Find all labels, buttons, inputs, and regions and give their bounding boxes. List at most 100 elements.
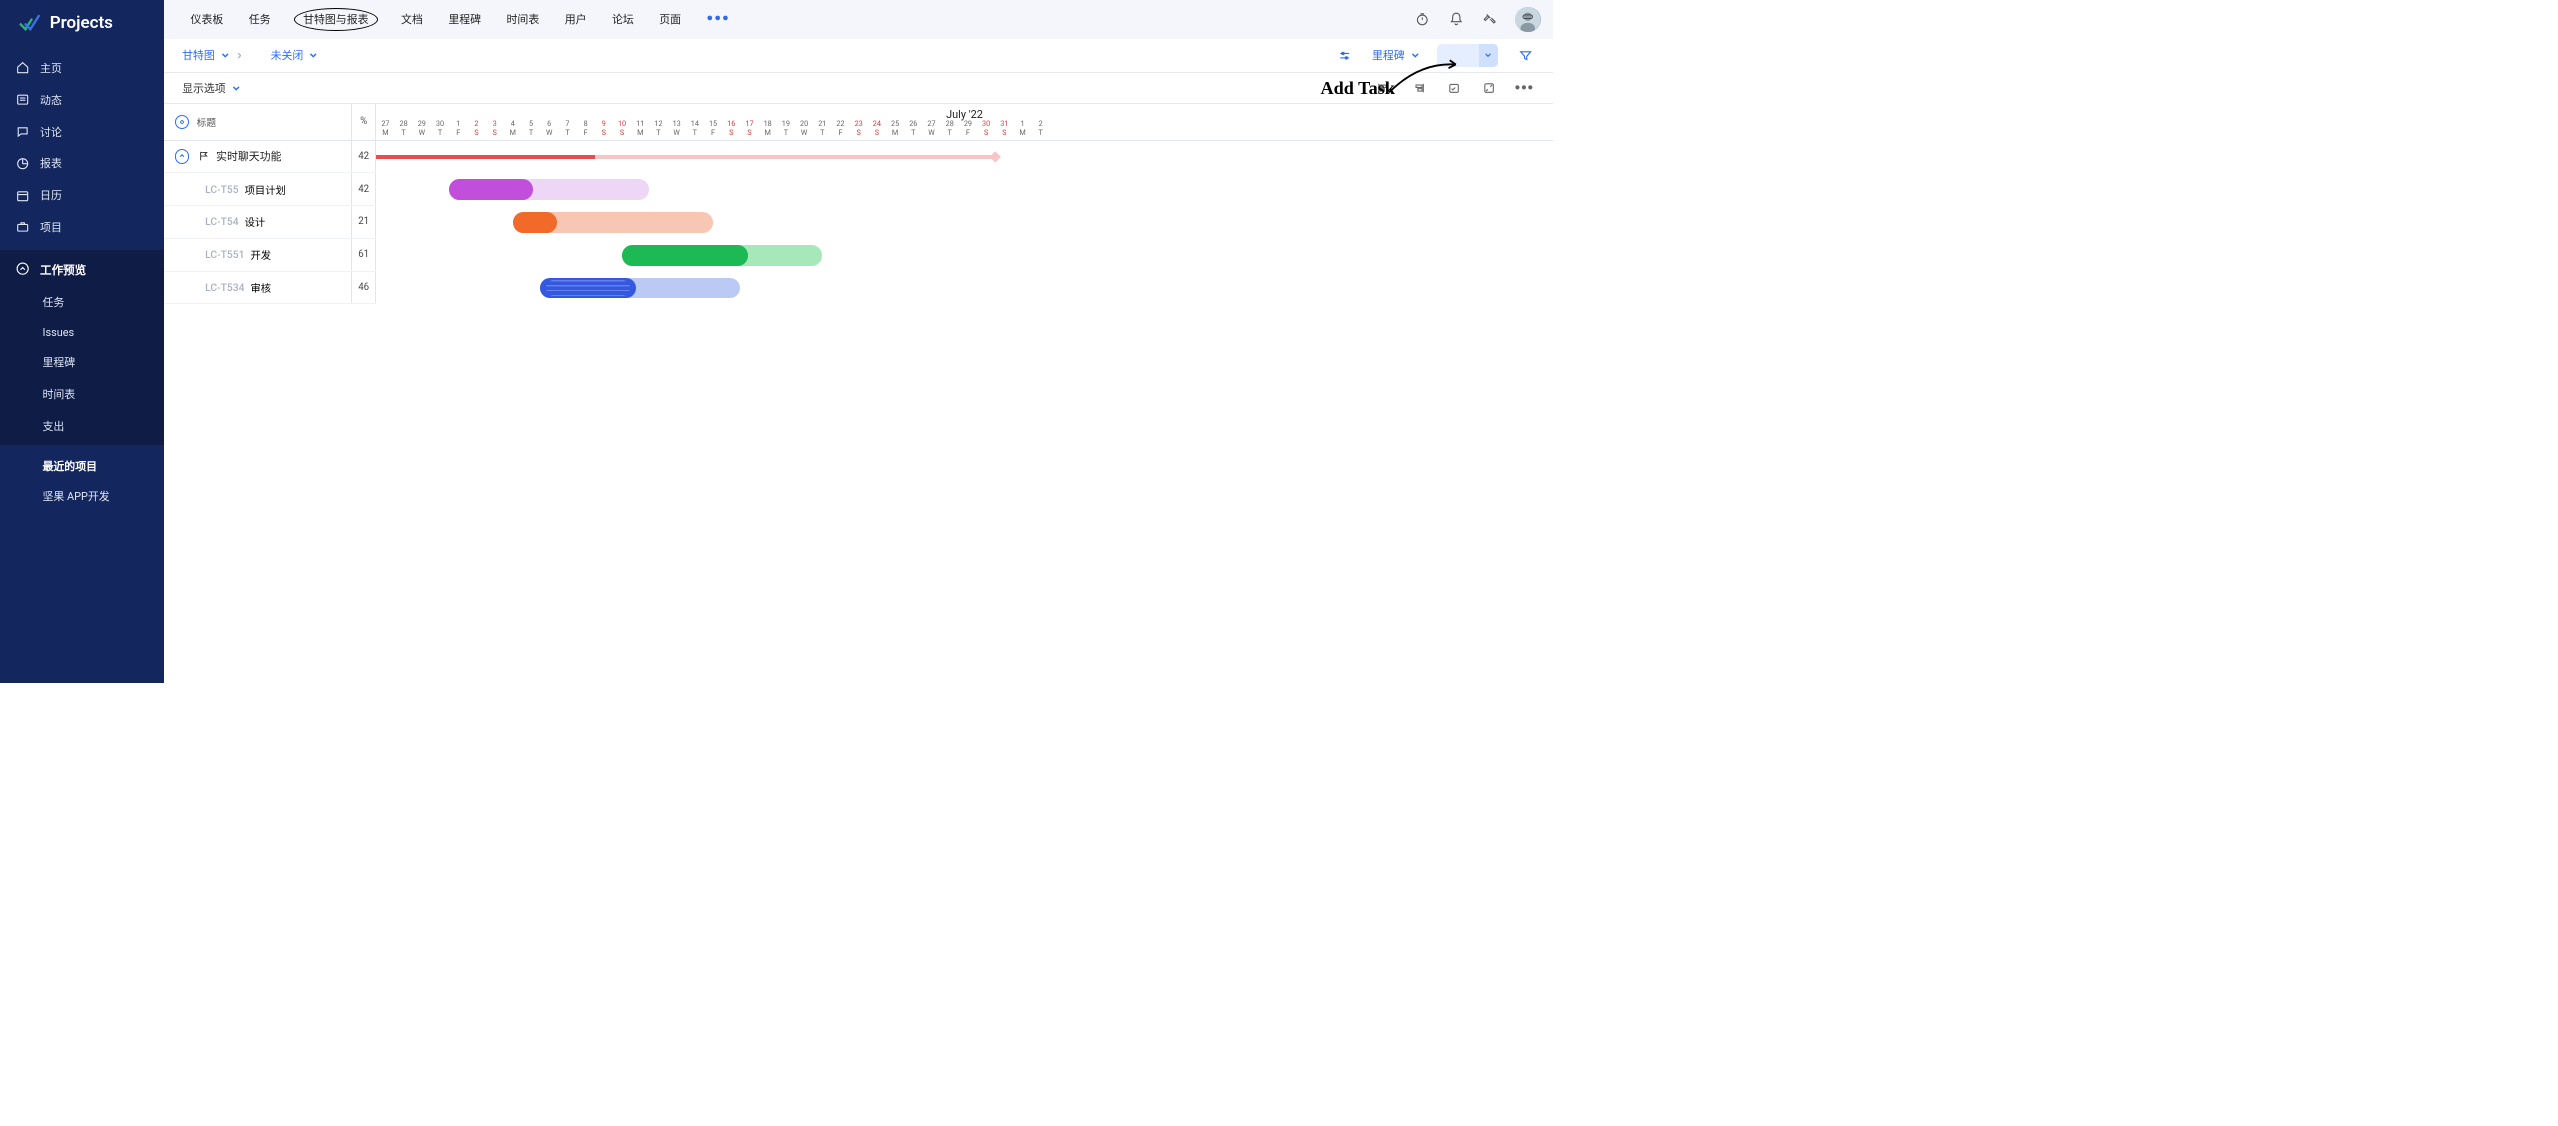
sidebar-overview-section: 工作预览 任务 Issues 里程碑 时间表 支出 bbox=[0, 250, 164, 445]
tab-forums[interactable]: 论坛 bbox=[610, 8, 637, 31]
day-cell: 27M bbox=[376, 120, 394, 137]
day-cell: 29F bbox=[959, 120, 977, 137]
day-cell: 2T bbox=[1032, 120, 1050, 137]
gantt-task-bar[interactable] bbox=[513, 212, 713, 233]
day-cell: 4M bbox=[504, 120, 522, 137]
gantt-task-bar[interactable] bbox=[540, 278, 740, 299]
task-pct: 42 bbox=[352, 141, 376, 173]
task-code: LC-T551 bbox=[175, 248, 245, 261]
gantt-bars-area bbox=[376, 141, 1552, 684]
day-cell: 28T bbox=[941, 120, 959, 137]
recent-project-item[interactable]: 坚果 APP开发 bbox=[0, 480, 164, 512]
day-cell: 12T bbox=[649, 120, 667, 137]
tab-dashboard[interactable]: 仪表板 bbox=[188, 8, 226, 31]
tab-users[interactable]: 用户 bbox=[562, 8, 589, 31]
topbar: 仪表板 任务 甘特图与报表 文档 里程碑 时间表 用户 论坛 页面 ●●● bbox=[164, 0, 1553, 39]
task-name: 开发 bbox=[251, 247, 272, 262]
gantt-task-row[interactable]: LC-T55项目计划42 bbox=[164, 173, 376, 206]
day-cell: 22F bbox=[831, 120, 849, 137]
day-cell: 9S bbox=[595, 120, 613, 137]
display-options-dropdown[interactable]: 显示选项 bbox=[164, 73, 259, 103]
gantt-parent-bar[interactable] bbox=[376, 155, 995, 159]
settings-sliders-icon[interactable] bbox=[1336, 46, 1354, 64]
gantt-task-row[interactable]: LC-T54 设计 21 bbox=[164, 206, 376, 239]
sidebar-item-projects[interactable]: 项目 bbox=[0, 211, 164, 243]
sidebar-subitem-issues[interactable]: Issues bbox=[0, 318, 164, 347]
timeline-header-area: July '22 27M28T29W30T1F2S3S4M5T6W7T8F9S1… bbox=[376, 104, 1552, 139]
sidebar-subitem-timesheets[interactable]: 时间表 bbox=[0, 378, 164, 410]
add-task-dropdown[interactable] bbox=[1479, 44, 1498, 67]
sidebar-item-discuss[interactable]: 讨论 bbox=[0, 116, 164, 148]
tab-tasks[interactable]: 任务 bbox=[246, 8, 273, 31]
column-header-title[interactable]: 标题 bbox=[164, 104, 352, 139]
filter-icon[interactable] bbox=[1516, 46, 1534, 64]
task-name: 设计 bbox=[245, 214, 266, 229]
day-cell: 11M bbox=[631, 120, 649, 137]
sidebar-subitem-expenses[interactable]: 支出 bbox=[0, 410, 164, 442]
collapse-toggle-icon[interactable] bbox=[175, 149, 190, 164]
day-cell: 3S bbox=[486, 120, 504, 137]
gantt-parent-row[interactable]: 实时聊天功能 42 bbox=[164, 141, 376, 174]
collapse-all-icon[interactable] bbox=[175, 115, 190, 130]
tools-icon[interactable] bbox=[1481, 10, 1499, 28]
day-cell: 28T bbox=[395, 120, 413, 137]
timeline-days-row: 27M28T29W30T1F2S3S4M5T6W7T8F9S10S11M12T1… bbox=[376, 120, 1552, 137]
crumb-gantt-dropdown[interactable]: 甘特图 bbox=[182, 47, 229, 63]
day-cell: 16S bbox=[722, 120, 740, 137]
day-cell: 23S bbox=[850, 120, 868, 137]
sidebar-subitem-tasks[interactable]: 任务 bbox=[0, 286, 164, 318]
sidebar-item-label: 报表 bbox=[40, 155, 62, 171]
user-avatar[interactable] bbox=[1515, 7, 1540, 32]
day-cell: 8F bbox=[577, 120, 595, 137]
sidebar-item-home[interactable]: 主页 bbox=[0, 52, 164, 84]
sidebar-item-label: 讨论 bbox=[40, 124, 62, 140]
day-cell: 30T bbox=[431, 120, 449, 137]
reports-icon bbox=[16, 157, 29, 170]
tab-documents[interactable]: 文档 bbox=[399, 8, 426, 31]
day-cell: 31S bbox=[995, 120, 1013, 137]
home-icon bbox=[16, 61, 29, 74]
annotation-arrow-icon bbox=[1383, 56, 1468, 105]
gantt-task-row[interactable]: LC-T551 开发 61 bbox=[164, 239, 376, 272]
day-cell: 21T bbox=[813, 120, 831, 137]
app-name: Projects bbox=[50, 13, 113, 33]
gantt-task-row[interactable]: LC-T534审核46 bbox=[164, 272, 376, 305]
expand-icon[interactable] bbox=[1480, 79, 1498, 97]
day-cell: 5T bbox=[522, 120, 540, 137]
tab-milestones[interactable]: 里程碑 bbox=[446, 8, 484, 31]
sidebar-item-feed[interactable]: 动态 bbox=[0, 84, 164, 116]
day-cell: 6W bbox=[540, 120, 558, 137]
column-header-pct[interactable]: % bbox=[352, 104, 376, 139]
sidebar-subitem-milestones[interactable]: 里程碑 bbox=[0, 346, 164, 378]
day-cell: 2S bbox=[467, 120, 485, 137]
task-list-column: 实时聊天功能 42 LC-T55项目计划42 LC-T54 设计 21 LC-T551 开… bbox=[164, 141, 376, 684]
chevron-down-icon bbox=[309, 51, 317, 59]
topbar-right bbox=[1413, 7, 1540, 32]
main-area: 仪表板 任务 甘特图与报表 文档 里程碑 时间表 用户 论坛 页面 ●●● bbox=[164, 0, 1553, 683]
tab-more[interactable]: ●●● bbox=[704, 8, 732, 31]
day-cell: 10S bbox=[613, 120, 631, 137]
day-cell: 13W bbox=[668, 120, 686, 137]
bell-icon[interactable] bbox=[1447, 10, 1465, 28]
task-code: LC-T534 bbox=[175, 281, 245, 294]
app-logo[interactable]: Projects bbox=[0, 11, 164, 52]
timer-icon[interactable] bbox=[1413, 10, 1431, 28]
more-horizontal-icon[interactable]: ●●● bbox=[1515, 79, 1533, 97]
crumb-status-dropdown[interactable]: 未关闭 bbox=[271, 47, 318, 63]
task-pct: 21 bbox=[352, 206, 376, 238]
task-pct: 61 bbox=[352, 239, 376, 271]
task-pct: 42 bbox=[352, 173, 376, 205]
sidebar-item-label: 日历 bbox=[40, 187, 62, 203]
tab-gantt-reports[interactable]: 甘特图与报表 bbox=[294, 8, 378, 31]
tab-pages[interactable]: 页面 bbox=[657, 8, 684, 31]
gantt-task-bar[interactable] bbox=[622, 245, 822, 266]
day-cell: 18M bbox=[759, 120, 777, 137]
sidebar-item-calendar[interactable]: 日历 bbox=[0, 179, 164, 211]
gantt-task-bar[interactable] bbox=[449, 179, 649, 200]
sidebar-item-overview[interactable]: 工作预览 bbox=[0, 254, 164, 286]
tab-timesheets[interactable]: 时间表 bbox=[504, 8, 542, 31]
sidebar-item-reports[interactable]: 报表 bbox=[0, 148, 164, 180]
sidebar: Projects 主页 动态 讨论 报表 日历 项目 bbox=[0, 0, 164, 683]
day-cell: 19T bbox=[777, 120, 795, 137]
task-code: LC-T54 bbox=[175, 215, 239, 228]
